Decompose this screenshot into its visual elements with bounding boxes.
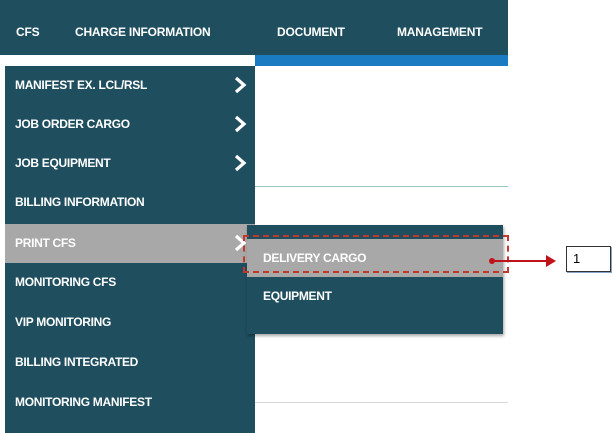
nav-item-charge-information[interactable]: CHARGE INFORMATION: [75, 25, 211, 39]
content-divider-bottom: [255, 402, 508, 403]
menu-item-billing-information[interactable]: BILLING INFORMATION: [5, 183, 255, 222]
menu-item-manifest-ex-lcl-rsl[interactable]: MANIFEST EX. LCL/RSL: [5, 66, 255, 105]
submenu-item-equipment[interactable]: EQUIPMENT: [247, 277, 503, 315]
chevron-right-icon: [234, 154, 247, 172]
menu-item-label: JOB EQUIPMENT: [15, 156, 111, 170]
menu-item-label: MONITORING CFS: [15, 275, 116, 289]
nav-item-management[interactable]: MANAGEMENT: [397, 25, 483, 39]
menu-item-job-equipment[interactable]: JOB EQUIPMENT: [5, 144, 255, 183]
page-header-strip: [255, 55, 508, 66]
callout-arrow-line: [494, 260, 548, 262]
nav-item-cfs[interactable]: CFS: [16, 25, 40, 39]
nav-item-document[interactable]: DOCUMENT: [277, 25, 345, 39]
menu-item-label: MONITORING MANIFEST: [15, 395, 152, 409]
top-nav-bar: CFS CHARGE INFORMATION DOCUMENT MANAGEME…: [0, 0, 508, 55]
menu-item-label: JOB ORDER CARGO: [15, 117, 130, 131]
menu-item-print-cfs[interactable]: PRINT CFS: [5, 224, 255, 263]
menu-item-vip-monitoring[interactable]: VIP MONITORING: [5, 303, 255, 342]
menu-item-label: PRINT CFS: [15, 236, 76, 250]
menu-item-label: BILLING INTEGRATED: [15, 355, 139, 369]
menu-item-monitoring-manifest[interactable]: MONITORING MANIFEST: [5, 383, 255, 422]
menu-item-label: MANIFEST EX. LCL/RSL: [15, 78, 148, 92]
callout-number-box: 1: [566, 246, 611, 272]
menu-item-billing-integrated[interactable]: BILLING INTEGRATED: [5, 343, 255, 382]
cfs-dropdown-menu: MANIFEST EX. LCL/RSL JOB ORDER CARGO JOB…: [5, 66, 255, 433]
menu-item-label: BILLING INFORMATION: [15, 195, 145, 209]
callout-arrow-head: [546, 255, 556, 267]
highlight-dashed-box: [243, 235, 509, 273]
menu-item-label: VIP MONITORING: [15, 315, 112, 329]
menu-item-job-order-cargo[interactable]: JOB ORDER CARGO: [5, 105, 255, 144]
submenu-item-label: EQUIPMENT: [263, 289, 332, 303]
screen: CFS CHARGE INFORMATION DOCUMENT MANAGEME…: [0, 0, 613, 433]
content-divider: [255, 186, 508, 187]
menu-item-monitoring-cfs[interactable]: MONITORING CFS: [5, 263, 255, 302]
chevron-right-icon: [234, 115, 247, 133]
chevron-right-icon: [234, 76, 247, 94]
